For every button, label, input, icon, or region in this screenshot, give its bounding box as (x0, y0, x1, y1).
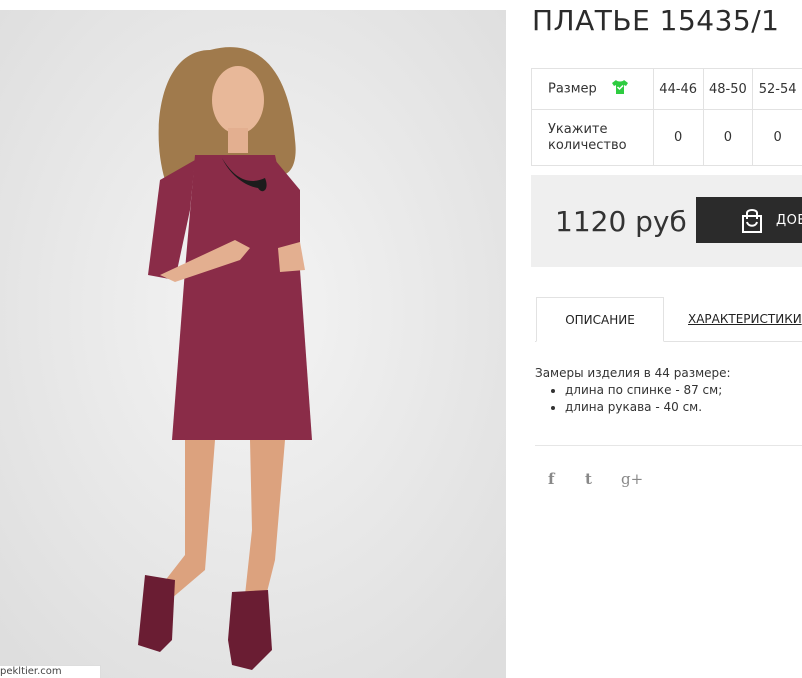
description-list: длина по спинке - 87 см; длина рукава - … (535, 382, 802, 416)
add-to-cart-button[interactable]: ДОБ (696, 197, 802, 243)
facebook-icon[interactable]: f (548, 470, 554, 488)
description-intro: Замеры изделия в 44 размере: (535, 366, 731, 380)
product-title: ПЛАТЬЕ 15435/1 (532, 4, 780, 37)
product-photo[interactable]: pekltier.com (0, 10, 506, 678)
product-tabs: ОПИСАНИЕ ХАРАКТЕРИСТИКИ (535, 297, 802, 342)
size-table: Размер 44-46 48-50 52-54 Укажите количес… (531, 68, 802, 166)
divider (535, 445, 802, 446)
description-panel: Замеры изделия в 44 размере: длина по сп… (535, 365, 802, 416)
quantity-row: Укажите количество 0 0 0 (531, 109, 802, 166)
price-box: 1120 руб ДОБ (531, 175, 802, 267)
shopping-bag-icon (742, 209, 762, 233)
add-to-cart-label: ДОБ (776, 213, 802, 228)
photo-watermark: pekltier.com (0, 665, 101, 678)
tab-characteristics[interactable]: ХАРАКТЕРИСТИКИ (688, 297, 802, 341)
size-option-44-46[interactable]: 44-46 (652, 68, 704, 110)
quantity-label: Укажите количество (531, 109, 654, 166)
shirt-icon[interactable] (611, 79, 629, 99)
size-option-48-50[interactable]: 48-50 (702, 68, 754, 110)
size-header-label: Размер (548, 81, 597, 97)
size-option-52-54[interactable]: 52-54 (752, 68, 802, 110)
model-illustration (0, 10, 506, 678)
googleplus-icon[interactable]: g+ (621, 470, 643, 488)
product-price: 1120 руб (555, 205, 687, 238)
size-header-row: Размер 44-46 48-50 52-54 (531, 68, 802, 110)
quantity-input-52-54[interactable]: 0 (752, 109, 802, 166)
tab-description[interactable]: ОПИСАНИЕ (536, 297, 664, 342)
size-header-cell: Размер (531, 68, 654, 110)
twitter-icon[interactable]: t (585, 470, 592, 488)
description-item: длина по спинке - 87 см; (565, 382, 802, 399)
quantity-input-48-50[interactable]: 0 (702, 109, 754, 166)
description-item: длина рукава - 40 см. (565, 399, 802, 416)
quantity-input-44-46[interactable]: 0 (652, 109, 704, 166)
